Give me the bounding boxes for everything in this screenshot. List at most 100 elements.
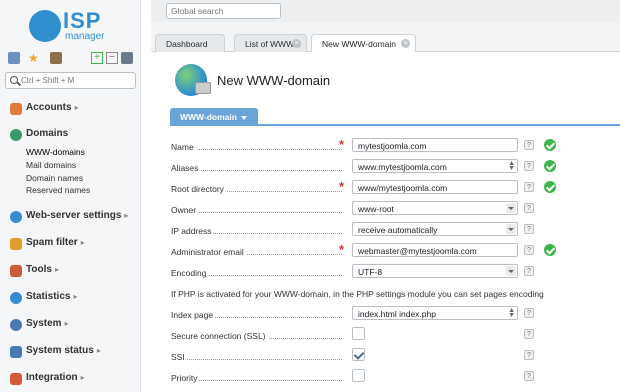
- search-icon: [10, 76, 18, 84]
- owner-value: www-root: [358, 204, 394, 214]
- valid-check-icon: [544, 160, 556, 172]
- chevron-right-icon: ▸: [124, 211, 129, 220]
- field-label-owner: Owner: [171, 205, 342, 215]
- help-icon[interactable]: ?: [524, 266, 534, 276]
- menu-search-input[interactable]: [21, 74, 133, 87]
- field-label-ssl: Secure connection (SSL): [171, 331, 342, 341]
- chevron-right-icon: ▸: [74, 103, 79, 112]
- integration-icon: [10, 373, 22, 385]
- help-icon[interactable]: ?: [524, 350, 534, 360]
- help-icon[interactable]: ?: [524, 182, 534, 192]
- collapse-minus-icon[interactable]: −: [106, 52, 118, 64]
- chevron-down-icon: [506, 203, 516, 213]
- monitor-icon: [10, 346, 22, 358]
- chevron-right-icon: ▸: [80, 238, 85, 247]
- admin-email-field[interactable]: webmaster@mytestjoomla.com: [352, 243, 518, 257]
- field-label-root-directory: Root directory: [171, 184, 342, 194]
- encoding-value: UTF-8: [358, 267, 383, 277]
- global-search-input[interactable]: [167, 4, 280, 18]
- chevron-down-icon: [506, 224, 516, 234]
- encoding-select[interactable]: UTF-8: [352, 264, 518, 278]
- tools-icon: [10, 265, 22, 277]
- statistics-icon: [10, 292, 22, 304]
- nav-reserved-names[interactable]: Reserved names: [26, 185, 90, 195]
- tab-dashboard[interactable]: Dashboard: [155, 34, 225, 52]
- help-icon[interactable]: ?: [524, 224, 534, 234]
- page-title: New WWW-domain: [217, 73, 331, 88]
- form-section-label: WWW-domain: [180, 112, 237, 122]
- required-asterisk: *: [339, 242, 345, 257]
- nav-label: Spam filter: [26, 237, 78, 248]
- pin-icon[interactable]: [121, 52, 133, 64]
- chevron-right-icon: ▸: [54, 265, 59, 274]
- form-section-divider: [170, 124, 620, 126]
- index-page-field[interactable]: index.html index.php ▲ ▼: [352, 306, 518, 320]
- chevron-right-icon: ▸: [80, 373, 85, 382]
- expand-plus-icon[interactable]: +: [91, 52, 103, 64]
- root-directory-field[interactable]: www/mytestjoomla.com: [352, 180, 518, 194]
- tab-list-of-www[interactable]: List of WWW... ×: [234, 34, 307, 52]
- help-icon[interactable]: ?: [524, 161, 534, 171]
- global-search: [166, 3, 281, 19]
- caret-down-icon: [240, 115, 247, 120]
- nav-mail-domains[interactable]: Mail domains: [26, 160, 76, 170]
- chevron-right-icon: ▸: [64, 319, 69, 328]
- encoding-note: If PHP is activated for your WWW-domain,…: [171, 289, 544, 299]
- tab-new-www-domain[interactable]: New WWW-domain ×: [311, 34, 416, 53]
- form-section-tab[interactable]: WWW-domain: [170, 108, 258, 125]
- valid-check-icon: [544, 244, 556, 256]
- nav-label: Integration: [26, 372, 78, 383]
- nav-label: Tools: [26, 264, 52, 275]
- nav-www-domains[interactable]: WWW-domains: [26, 147, 85, 157]
- users-icon: [10, 103, 22, 115]
- globe-icon: [10, 129, 22, 141]
- priority-checkbox[interactable]: [352, 369, 365, 382]
- favorites-star-icon[interactable]: ★: [28, 52, 40, 64]
- nav-label: Statistics: [26, 291, 71, 302]
- help-icon[interactable]: ?: [524, 329, 534, 339]
- nav-label: System status: [26, 345, 94, 356]
- logo[interactable]: ISP manager: [29, 8, 129, 42]
- aliases-field[interactable]: www.mytestjoomla.com ▲ ▼: [352, 159, 518, 173]
- logo-text-secondary: manager: [65, 31, 105, 42]
- close-icon[interactable]: ×: [292, 39, 301, 48]
- nav-label: Web-server settings: [26, 210, 122, 221]
- chevron-right-icon: ▸: [73, 292, 78, 301]
- required-asterisk: *: [339, 179, 345, 194]
- help-icon[interactable]: ?: [524, 140, 534, 150]
- chevron-right-icon: ▸: [96, 346, 101, 355]
- document-icon: [195, 82, 211, 94]
- app-grid-icon[interactable]: [8, 52, 20, 64]
- field-label-aliases: Aliases: [171, 163, 342, 173]
- valid-check-icon: [544, 181, 556, 193]
- nav-label: Domains: [26, 128, 69, 139]
- help-icon[interactable]: ?: [524, 203, 534, 213]
- logo-globe-icon: [29, 10, 61, 42]
- nav-label: Accounts: [26, 102, 72, 113]
- ip-address-value: receive automatically: [358, 225, 438, 235]
- field-label-index-page: Index page: [171, 310, 342, 320]
- web-settings-icon: [10, 211, 22, 223]
- ip-address-select[interactable]: receive automatically: [352, 222, 518, 236]
- field-label-admin-email: Administrator email: [171, 247, 342, 257]
- help-icon[interactable]: ?: [524, 245, 534, 255]
- help-icon[interactable]: ?: [524, 308, 534, 318]
- briefcase-icon[interactable]: [50, 52, 62, 64]
- field-label-ip-address: IP address: [171, 226, 342, 236]
- nav-domain-names[interactable]: Domain names: [26, 173, 83, 183]
- required-asterisk: *: [339, 137, 345, 152]
- ssi-checkbox[interactable]: [352, 348, 365, 361]
- www-domain-globe-icon: [175, 64, 211, 96]
- tab-label: Dashboard: [166, 39, 208, 49]
- resize-arrows-icon[interactable]: ▲ ▼: [508, 160, 515, 172]
- resize-arrows-icon[interactable]: ▲ ▼: [508, 307, 515, 319]
- sidebar: ISP manager ★ + − Accounts▸ Domains WWW-…: [0, 0, 141, 392]
- name-field[interactable]: mytestjoomla.com: [352, 138, 518, 152]
- field-label-name: Name: [171, 142, 342, 152]
- spam-filter-icon: [10, 238, 22, 250]
- close-icon[interactable]: ×: [401, 39, 410, 48]
- nav-label: System: [26, 318, 62, 329]
- owner-select[interactable]: www-root: [352, 201, 518, 215]
- help-icon[interactable]: ?: [524, 371, 534, 381]
- ssl-checkbox[interactable]: [352, 327, 365, 340]
